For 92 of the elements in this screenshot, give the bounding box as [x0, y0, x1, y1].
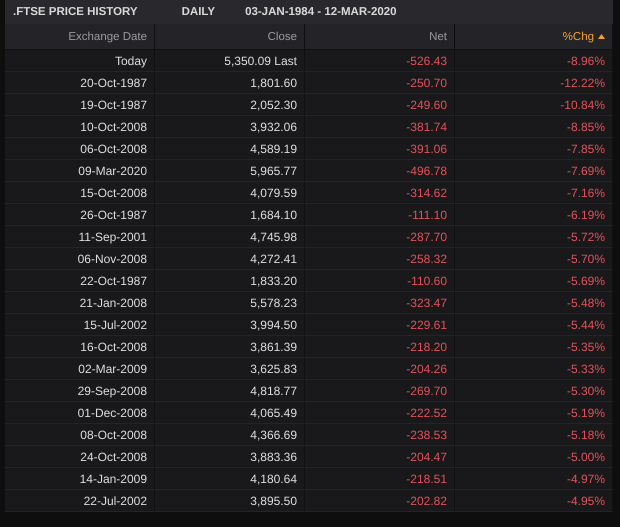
date-cell: 15-Jul-2002	[5, 314, 155, 336]
net-cell: -250.70	[305, 72, 455, 94]
change-cell: -5.00%	[455, 446, 613, 468]
close-cell: 4,366.69	[155, 424, 305, 446]
date-cell: Today	[5, 50, 155, 72]
date-cell: 24-Oct-2008	[5, 446, 155, 468]
symbol-title: .FTSE PRICE HISTORY	[13, 6, 138, 18]
column-header[interactable]: Close	[155, 24, 305, 50]
close-cell: 3,994.50	[155, 314, 305, 336]
change-cell: -5.19%	[455, 402, 613, 424]
date-cell: 01-Dec-2008	[5, 402, 155, 424]
column-header[interactable]: %Chg	[455, 24, 613, 50]
date-cell: 06-Oct-2008	[5, 138, 155, 160]
date-cell: 22-Oct-1987	[5, 270, 155, 292]
date-cell: 11-Sep-2001	[5, 226, 155, 248]
column-header[interactable]: Net	[305, 24, 455, 50]
change-cell: -5.33%	[455, 358, 613, 380]
close-cell: 2,052.30	[155, 94, 305, 116]
change-cell: -8.96%	[455, 50, 613, 72]
change-cell: -5.69%	[455, 270, 613, 292]
net-cell: -238.53	[305, 424, 455, 446]
date-range: 03-JAN-1984 - 12-MAR-2020	[245, 6, 397, 18]
close-cell: 1,801.60	[155, 72, 305, 94]
net-cell: -287.70	[305, 226, 455, 248]
change-cell: -5.30%	[455, 380, 613, 402]
close-cell: 4,818.77	[155, 380, 305, 402]
net-cell: -202.82	[305, 490, 455, 512]
net-cell: -110.60	[305, 270, 455, 292]
date-cell: 02-Mar-2009	[5, 358, 155, 380]
change-cell: -12.22%	[455, 72, 613, 94]
change-cell: -4.95%	[455, 490, 613, 512]
close-cell: 3,895.50	[155, 490, 305, 512]
change-cell: -4.97%	[455, 468, 613, 490]
net-cell: -258.32	[305, 248, 455, 270]
sort-ascending-icon	[598, 34, 605, 39]
net-cell: -222.52	[305, 402, 455, 424]
date-cell: 19-Oct-1987	[5, 94, 155, 116]
net-cell: -526.43	[305, 50, 455, 72]
close-cell: 4,065.49	[155, 402, 305, 424]
close-cell: 3,932.06	[155, 116, 305, 138]
net-cell: -229.61	[305, 314, 455, 336]
interval-label: DAILY	[182, 6, 216, 18]
net-cell: -496.78	[305, 160, 455, 182]
date-cell: 08-Oct-2008	[5, 424, 155, 446]
change-cell: -7.69%	[455, 160, 613, 182]
close-cell: 4,745.98	[155, 226, 305, 248]
change-cell: -5.70%	[455, 248, 613, 270]
date-cell: 16-Oct-2008	[5, 336, 155, 358]
net-cell: -391.06	[305, 138, 455, 160]
column-header[interactable]: Exchange Date	[5, 24, 155, 50]
change-cell: -10.84%	[455, 94, 613, 116]
net-cell: -111.10	[305, 204, 455, 226]
change-cell: -6.19%	[455, 204, 613, 226]
change-cell: -7.85%	[455, 138, 613, 160]
date-cell: 26-Oct-1987	[5, 204, 155, 226]
net-cell: -204.26	[305, 358, 455, 380]
date-cell: 10-Oct-2008	[5, 116, 155, 138]
close-cell: 3,861.39	[155, 336, 305, 358]
close-cell: 4,079.59	[155, 182, 305, 204]
close-cell: 4,589.19	[155, 138, 305, 160]
close-cell: 1,833.20	[155, 270, 305, 292]
date-cell: 22-Jul-2002	[5, 490, 155, 512]
net-cell: -249.60	[305, 94, 455, 116]
net-cell: -269.70	[305, 380, 455, 402]
date-cell: 21-Jan-2008	[5, 292, 155, 314]
date-cell: 14-Jan-2009	[5, 468, 155, 490]
change-cell: -8.85%	[455, 116, 613, 138]
close-cell: 5,578.23	[155, 292, 305, 314]
change-cell: -5.48%	[455, 292, 613, 314]
net-cell: -381.74	[305, 116, 455, 138]
change-cell: -7.16%	[455, 182, 613, 204]
date-cell: 09-Mar-2020	[5, 160, 155, 182]
date-cell: 29-Sep-2008	[5, 380, 155, 402]
close-cell: 3,883.36	[155, 446, 305, 468]
net-cell: -218.20	[305, 336, 455, 358]
close-cell: 5,350.09 Last	[155, 50, 305, 72]
net-cell: -314.62	[305, 182, 455, 204]
change-cell: -5.35%	[455, 336, 613, 358]
close-cell: 1,684.10	[155, 204, 305, 226]
date-cell: 06-Nov-2008	[5, 248, 155, 270]
change-cell: -5.18%	[455, 424, 613, 446]
date-cell: 15-Oct-2008	[5, 182, 155, 204]
close-cell: 4,272.41	[155, 248, 305, 270]
close-cell: 3,625.83	[155, 358, 305, 380]
net-cell: -323.47	[305, 292, 455, 314]
close-cell: 4,180.64	[155, 468, 305, 490]
net-cell: -204.47	[305, 446, 455, 468]
change-cell: -5.72%	[455, 226, 613, 248]
change-cell: -5.44%	[455, 314, 613, 336]
date-cell: 20-Oct-1987	[5, 72, 155, 94]
close-cell: 5,965.77	[155, 160, 305, 182]
net-cell: -218.51	[305, 468, 455, 490]
